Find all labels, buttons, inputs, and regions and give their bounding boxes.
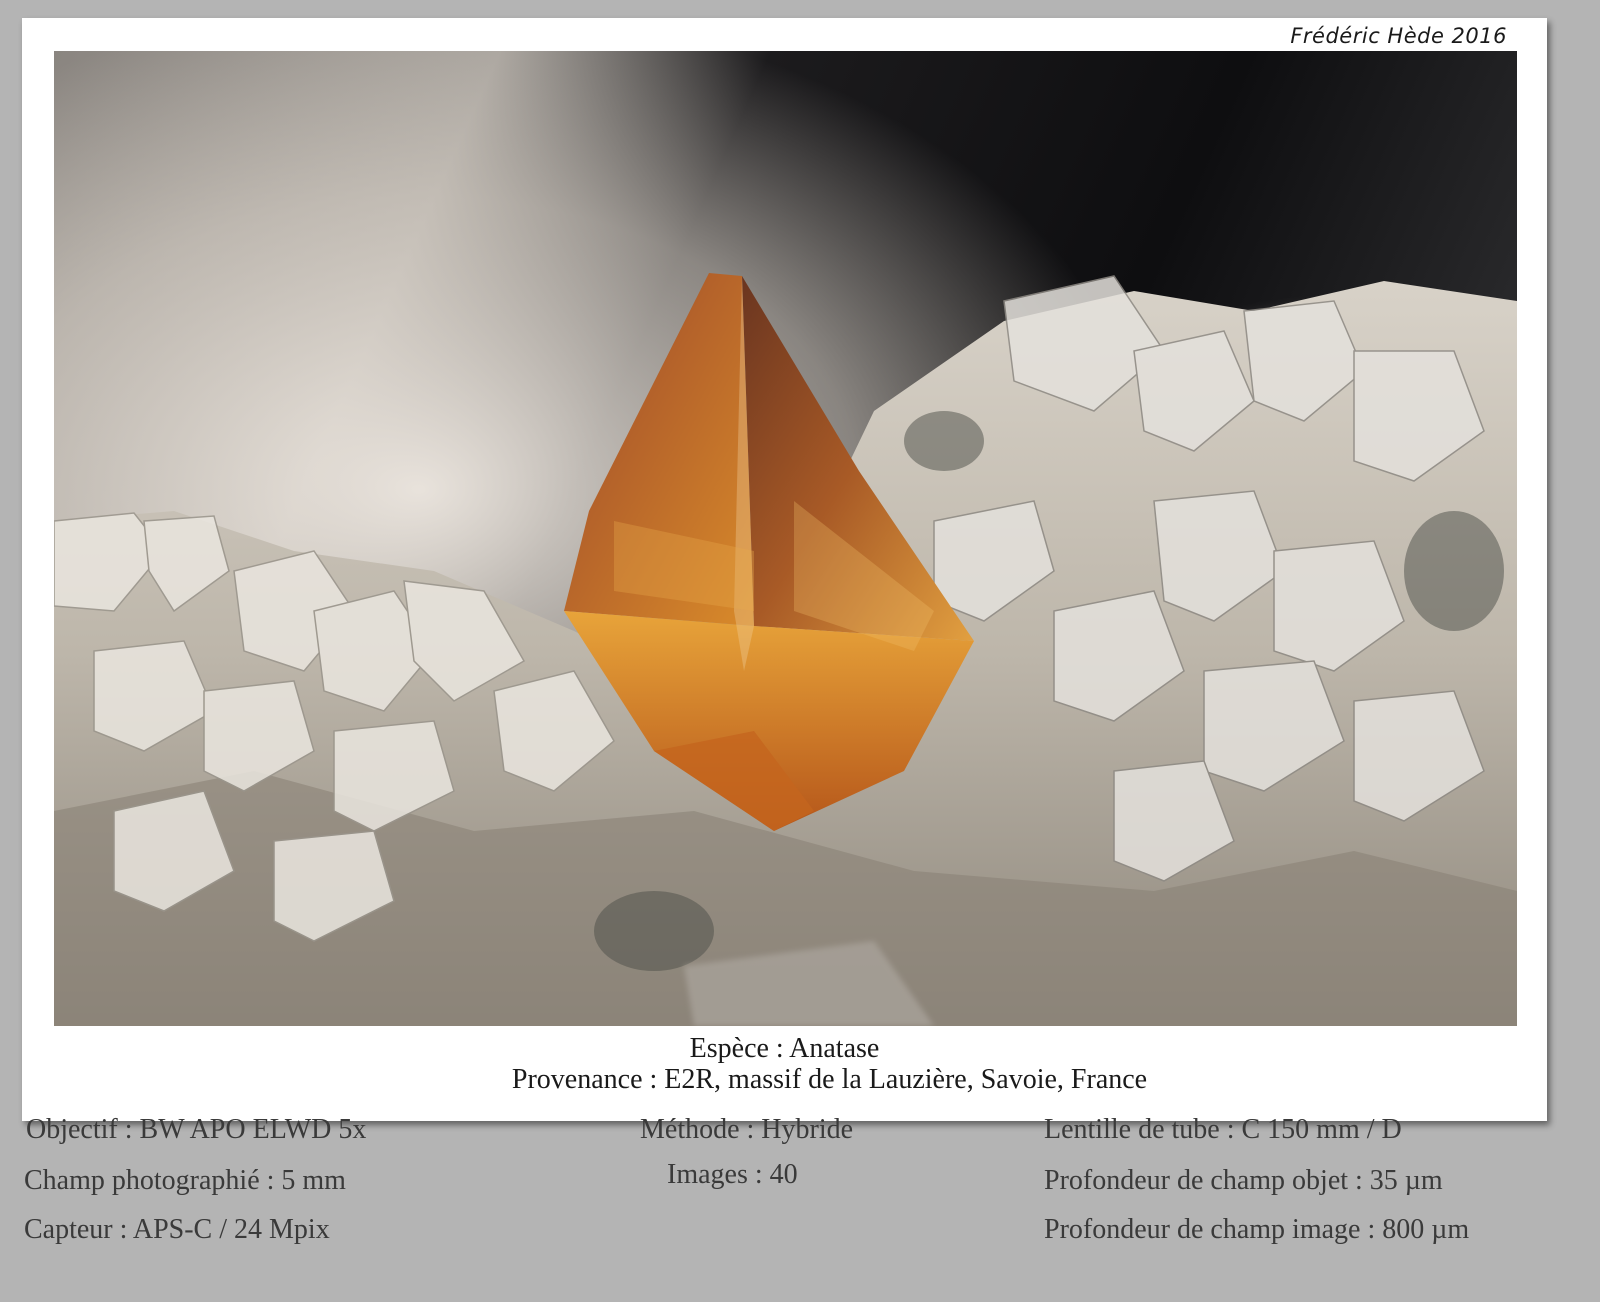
spec-sensor: Capteur : APS-C / 24 Mpix [24, 1214, 330, 1245]
photo-card: Frédéric Hède 2016 Espèce: Anatase Prov… [22, 18, 1547, 1121]
photographer-credit: Frédéric Hède 2016 [1290, 24, 1507, 48]
mineral-photo [54, 51, 1517, 1026]
spec-field: Champ photographié : 5 mm [24, 1165, 346, 1196]
spec-objective: Objectif : BW APO ELWD 5x [26, 1114, 367, 1145]
spec-image-dof: Profondeur de champ image : 800 µm [1044, 1214, 1470, 1245]
spec-tube-lens: Lentille de tube : C 150 mm / D [1044, 1114, 1402, 1145]
origin-caption: Provenance : E2R, massif de la Lauzière,… [511, 1064, 1148, 1095]
spec-method: Méthode : Hybride [640, 1114, 854, 1145]
spec-images: Images : 40 [667, 1159, 798, 1190]
species-caption: Espèce : Anatase [689, 1033, 880, 1064]
spec-object-dof: Profondeur de champ objet : 35 µm [1044, 1165, 1443, 1196]
anatase-crystal-image [54, 51, 1517, 1026]
